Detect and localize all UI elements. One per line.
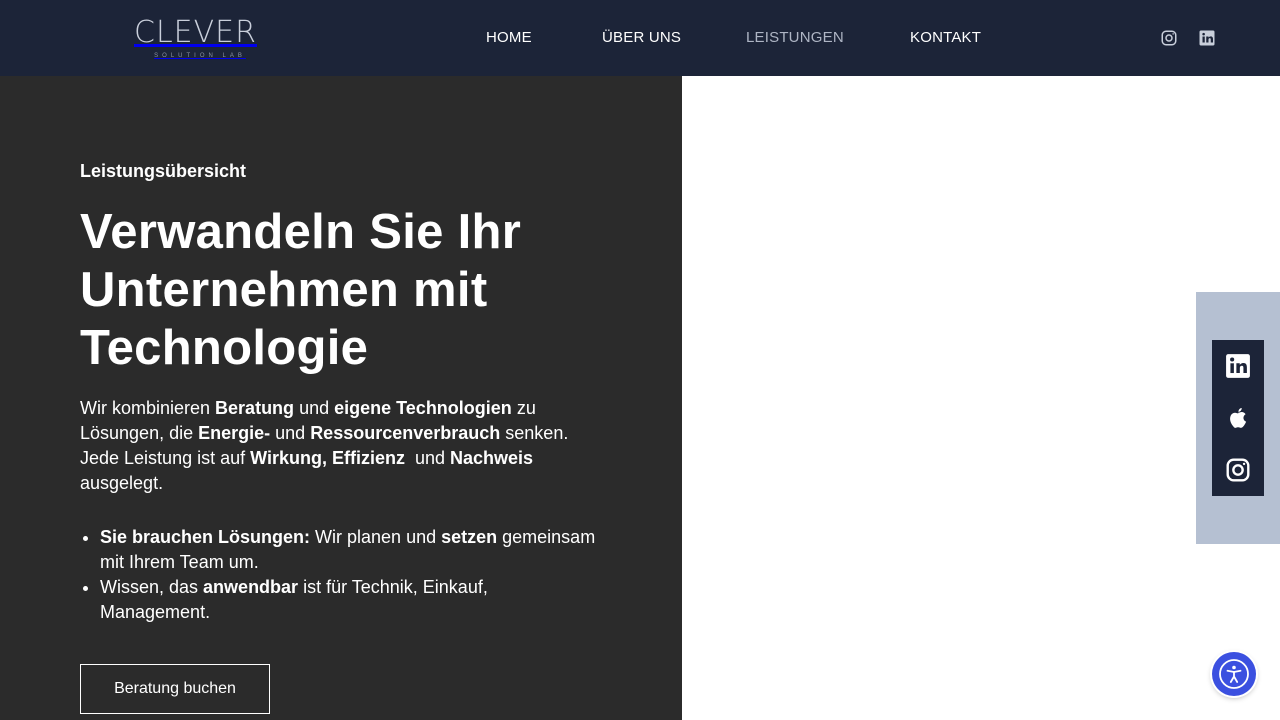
list-item: Wissen, das anwendbar ist für Technik, E… xyxy=(100,575,600,625)
nav-home[interactable]: HOME xyxy=(486,28,532,48)
brand-tagline: SOLUTION LAB xyxy=(154,53,246,59)
hero-eyebrow: Leistungsübersicht xyxy=(80,161,247,181)
bullet-emphasis: setzen xyxy=(441,527,498,547)
bullet-emphasis: anwendbar xyxy=(203,577,299,597)
bullet-text: Wissen, das xyxy=(100,577,204,597)
accessibility-icon xyxy=(1219,659,1249,689)
linkedin-icon[interactable] xyxy=(1225,353,1251,379)
intro-emphasis: Wirkung, Effizienz xyxy=(250,448,405,468)
bullet-text: Wir planen und xyxy=(310,527,442,547)
apple-icon[interactable] xyxy=(1225,405,1251,431)
list-item: Sie brauchen Lösungen: Wir planen und se… xyxy=(100,525,600,575)
hero-bullet-list: Sie brauchen Lösungen: Wir planen und se… xyxy=(80,525,600,625)
instagram-icon[interactable] xyxy=(1160,29,1178,47)
intro-emphasis: eigene Technologien xyxy=(334,398,512,418)
intro-emphasis: Energie- xyxy=(198,423,271,443)
intro-emphasis: Nachweis xyxy=(450,448,534,468)
accessibility-button[interactable] xyxy=(1212,652,1256,696)
intro-text: Wir kombinieren xyxy=(80,398,216,418)
instagram-icon[interactable] xyxy=(1225,457,1251,483)
book-consultation-button[interactable]: Beratung buchen xyxy=(80,664,270,714)
headline-line: Unternehmen mit xyxy=(80,263,488,317)
linkedin-icon[interactable] xyxy=(1198,29,1216,47)
brand-logo[interactable]: CLEVER SOLUTION LAB xyxy=(134,16,266,62)
headline-line: Technologie xyxy=(80,321,369,375)
intro-emphasis: Ressourcenverbrauch xyxy=(310,423,501,443)
bullet-emphasis: Sie brauchen Lösungen: xyxy=(100,527,311,547)
hero-intro: Wir kombinieren Beratung und eigene Tech… xyxy=(80,396,600,496)
brand-name: CLEVER xyxy=(134,15,257,50)
social-sidebar xyxy=(1212,340,1264,496)
hero-headline: Verwandeln Sie Ihr Unternehmen mit Techn… xyxy=(80,203,640,377)
site-header: CLEVER SOLUTION LAB HOME ÜBER UNS LEISTU… xyxy=(0,0,1280,76)
intro-text: ausgelegt. xyxy=(80,473,164,493)
nav-services[interactable]: LEISTUNGEN xyxy=(746,28,844,48)
nav-about[interactable]: ÜBER UNS xyxy=(602,28,681,48)
intro-text: und xyxy=(294,398,335,418)
intro-text: und xyxy=(270,423,311,443)
headline-line: Verwandeln Sie Ihr xyxy=(80,205,522,259)
intro-text: und xyxy=(404,448,451,468)
intro-emphasis: Beratung xyxy=(215,398,295,418)
nav-contact[interactable]: KONTAKT xyxy=(910,28,981,48)
